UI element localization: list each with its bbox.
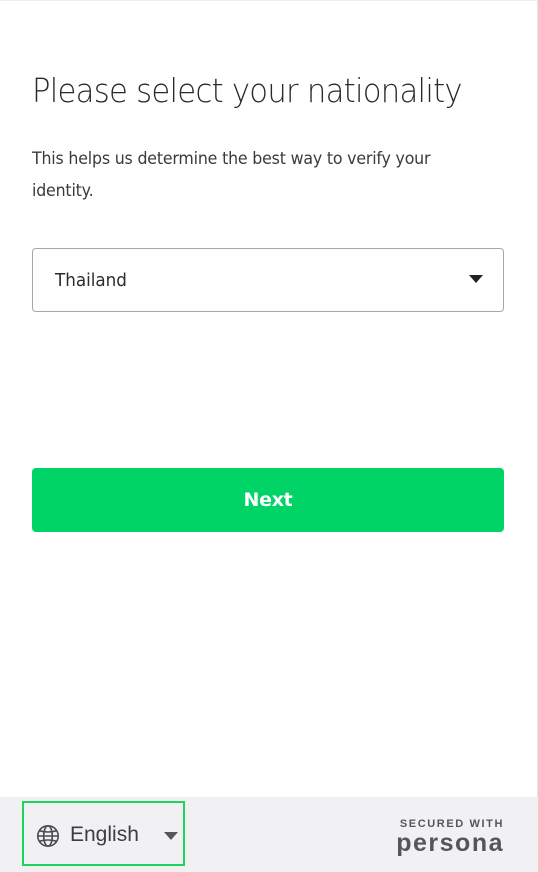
secured-with-persona-logo: SECURED WITH persona <box>396 818 504 857</box>
caret-down-icon <box>469 275 483 283</box>
language-select[interactable]: English <box>22 801 185 866</box>
page-subtitle: This helps us determine the best way to … <box>32 149 431 201</box>
nationality-select-value: Thailand <box>55 269 127 291</box>
next-button[interactable]: Next <box>32 468 504 532</box>
page-title: Please select your nationality <box>32 71 463 110</box>
caret-down-icon <box>164 832 178 840</box>
persona-wordmark: persona <box>396 829 504 857</box>
next-button-label: Next <box>243 489 293 511</box>
footer: English SECURED WITH persona <box>0 797 538 872</box>
language-select-value: English <box>70 823 139 846</box>
nationality-select[interactable]: Thailand <box>32 248 504 312</box>
verification-card: Please select your nationality This help… <box>0 0 538 872</box>
